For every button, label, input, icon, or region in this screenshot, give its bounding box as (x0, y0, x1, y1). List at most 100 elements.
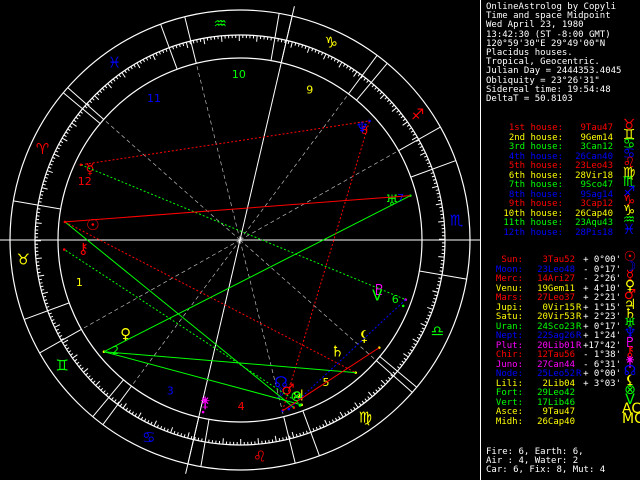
degree-tick (147, 420, 150, 424)
degree-tick (160, 23, 178, 70)
degree-tick (182, 43, 185, 47)
degree-tick (134, 413, 137, 417)
degree-tick (73, 119, 77, 123)
degree-tick (183, 434, 186, 438)
degree-tick (222, 438, 224, 445)
degree-tick (45, 173, 49, 176)
degree-tick (426, 162, 430, 165)
degree-tick (349, 67, 352, 71)
degree-tick (282, 437, 284, 441)
degree-tick (187, 432, 190, 439)
degree-tick (139, 60, 142, 64)
degree-tick (153, 420, 157, 427)
degree-tick (338, 61, 343, 68)
degree-tick (431, 175, 435, 178)
degree-tick (203, 38, 206, 45)
degree-tick (91, 97, 95, 101)
degree-tick (287, 40, 290, 44)
degree-tick (322, 424, 325, 428)
degree-tick (38, 201, 42, 203)
aspect-line (80, 164, 406, 301)
degree-tick (194, 436, 196, 441)
degree-tick (432, 301, 436, 304)
sign-glyph: ♊ (56, 356, 69, 374)
degree-tick (175, 45, 178, 49)
degree-tick (50, 315, 54, 318)
degree-tick (70, 353, 74, 356)
house-cusp-tick (39, 328, 82, 354)
degree-tick (438, 220, 445, 223)
degree-tick (23, 302, 70, 320)
degree-tick (190, 436, 193, 440)
degree-tick (160, 426, 163, 430)
planet-glyph: ♅ (385, 191, 398, 209)
degree-tick (39, 282, 43, 284)
planet-speed: + 3°03' (583, 378, 621, 389)
degree-tick (127, 68, 130, 72)
degree-tick (403, 353, 409, 358)
degree-tick (433, 182, 437, 185)
degree-tick (379, 91, 383, 95)
degree-tick (55, 328, 59, 331)
degree-tick (111, 397, 114, 401)
degree-tick (155, 52, 158, 56)
degree-tick (358, 402, 362, 406)
sign-glyph: ♌ (253, 448, 266, 466)
planet-name: Sun: (501, 255, 523, 265)
degree-tick (99, 90, 103, 94)
degree-tick (44, 176, 48, 179)
degree-tick (421, 327, 425, 330)
degree-tick (384, 96, 388, 100)
degree-tick (40, 285, 44, 288)
degree-tick (71, 122, 77, 127)
degree-tick (220, 35, 223, 42)
degree-tick (297, 43, 300, 47)
degree-tick (351, 69, 355, 73)
degree-tick (52, 322, 56, 325)
sign-glyph: ♋ (142, 428, 155, 446)
degree-tick (152, 54, 156, 61)
degree-tick (39, 197, 43, 200)
degree-tick (290, 41, 293, 48)
house-label: 12th house: (503, 227, 563, 238)
degree-tick (315, 426, 318, 430)
planet-position: 22Sag26 (537, 331, 575, 341)
degree-tick (162, 50, 165, 54)
degree-tick (96, 92, 100, 96)
planet-speed: - 1°38' (583, 350, 621, 360)
degree-tick (380, 384, 384, 388)
degree-tick (54, 324, 61, 328)
degree-tick (45, 302, 49, 305)
degree-tick (413, 343, 417, 346)
degree-tick (112, 78, 116, 82)
sign-glyph: ♎ (431, 322, 444, 340)
degree-tick (199, 38, 202, 42)
degree-tick (68, 350, 72, 353)
degree-tick (371, 84, 375, 88)
house-number: 3 (167, 385, 174, 398)
degree-tick (289, 435, 291, 439)
degree-tick (402, 121, 408, 126)
degree-tick (85, 372, 89, 376)
degree-tick (124, 70, 127, 74)
degree-tick (110, 80, 113, 84)
aspect-line (80, 120, 370, 166)
planet-icon: MC (622, 410, 640, 427)
degree-tick (435, 189, 439, 191)
degree-tick (344, 412, 347, 416)
degree-tick (61, 137, 68, 142)
house-label: 3rd house: (508, 142, 563, 152)
house-value: 3Cap12 (580, 199, 613, 209)
degree-tick (52, 156, 56, 159)
degree-tick (400, 115, 404, 119)
degree-tick (431, 304, 435, 307)
degree-tick (407, 351, 411, 355)
planet-position: 20Vir53 (537, 312, 575, 322)
degree-tick (409, 349, 413, 352)
degree-tick (43, 295, 47, 298)
degree-tick (366, 79, 369, 83)
degree-tick (121, 72, 126, 78)
degree-tick (49, 163, 53, 166)
degree-tick (424, 155, 428, 158)
astrology-wheel: ♈♉♊♋♌♍♎♏♐♑♒♓123456789101112☉☽☿♀♂♃♄♅♆♇⚷⚵☊… (0, 6, 480, 474)
